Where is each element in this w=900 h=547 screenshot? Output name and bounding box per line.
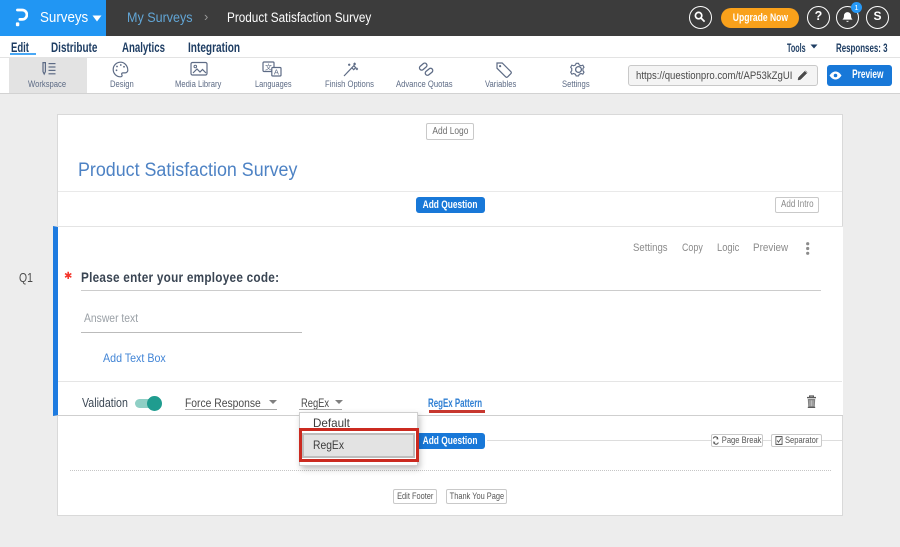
svg-text:A: A bbox=[274, 68, 279, 77]
svg-text:文: 文 bbox=[265, 62, 272, 71]
